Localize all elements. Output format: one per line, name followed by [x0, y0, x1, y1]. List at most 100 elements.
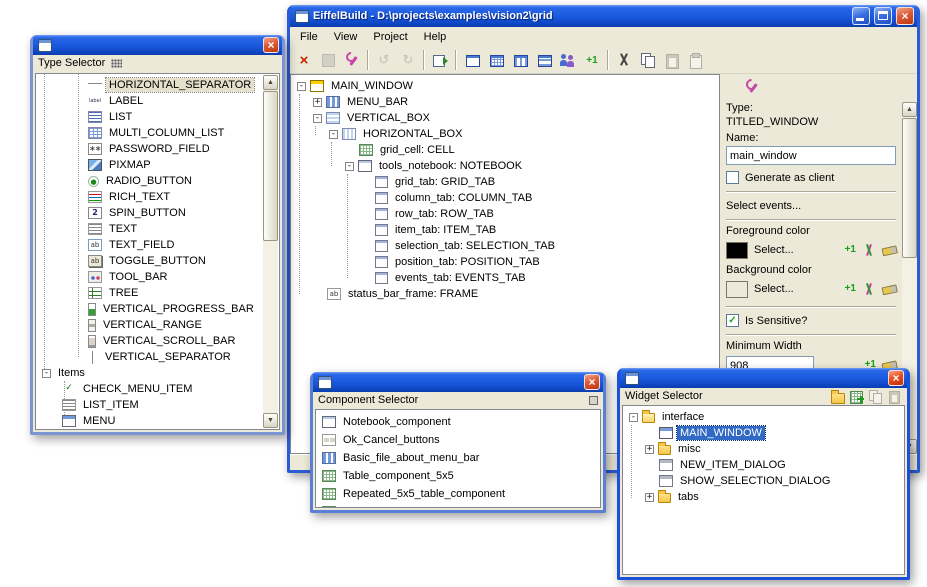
expand-toggle-icon[interactable]: + [645, 445, 654, 454]
foreground-select-link[interactable]: Select... [754, 244, 794, 256]
users-button[interactable] [556, 49, 580, 72]
component-selector-titlebar[interactable]: × [313, 372, 603, 392]
type-item-text-field[interactable]: abTEXT_FIELD [38, 237, 263, 253]
widget-item-main-window[interactable]: MAIN_WINDOW [625, 425, 904, 441]
component-item-basic-file-about-menu-bar[interactable]: Basic_file_about_menu_bar [318, 449, 600, 467]
type-item-radio-button[interactable]: ●RADIO_BUTTON [38, 173, 263, 189]
type-item-toggle-button[interactable]: abTOGGLE_BUTTON [38, 253, 263, 269]
generate-client-row[interactable]: Generate as client [726, 171, 898, 184]
background-select-link[interactable]: Select... [754, 283, 794, 295]
type-item-vertical-range[interactable]: VERTICAL_RANGE [38, 317, 263, 333]
view-rows-button[interactable] [532, 49, 556, 72]
add-one-button[interactable]: +1 [580, 49, 604, 72]
view-grid-button[interactable] [484, 49, 508, 72]
is-sensitive-checkbox[interactable]: ✓ [726, 314, 739, 327]
layout-tree-item-selection-tab-selection-tab[interactable]: selection_tab: SELECTION_TAB [293, 238, 719, 254]
expand-toggle-icon[interactable]: + [313, 98, 322, 107]
type-item-password-field[interactable]: ∗∗∗PASSWORD_FIELD [38, 141, 263, 157]
type-item-vertical-progress-bar[interactable]: VERTICAL_PROGRESS_BAR [38, 301, 263, 317]
layout-tree-item-vertical-box[interactable]: -VERTICAL_BOX [293, 110, 719, 126]
view-window-button[interactable] [460, 49, 484, 72]
menu-project[interactable]: Project [365, 28, 415, 46]
component-item-ok-cancel-buttons[interactable]: Ok_Cancel_buttons [318, 431, 600, 449]
type-item-label[interactable]: labelLABEL [38, 93, 263, 109]
type-item-text[interactable]: TEXT [38, 221, 263, 237]
layout-tree-item-status-bar-frame-frame[interactable]: abstatus_bar_frame: FRAME [293, 286, 719, 302]
type-selector-titlebar[interactable]: × [33, 35, 282, 55]
type-item-menu[interactable]: MENU [38, 413, 263, 429]
copy-button[interactable] [636, 49, 660, 72]
collapse-toggle-icon[interactable]: - [313, 114, 322, 123]
type-item-list-item[interactable]: LIST_ITEM [38, 397, 263, 413]
layout-tree-item-position-tab-position-tab[interactable]: position_tab: POSITION_TAB [293, 254, 719, 270]
component-item-notebook-component[interactable]: Notebook_component [318, 413, 600, 431]
eraser-icon[interactable] [881, 242, 898, 259]
scroll-down-button[interactable]: ▼ [263, 413, 278, 428]
close-button[interactable]: × [888, 370, 904, 386]
layout-tree-item-horizontal-box[interactable]: -HORIZONTAL_BOX [293, 126, 719, 142]
layout-tree-item-grid-cell-cell[interactable]: grid_cell: CELL [293, 142, 719, 158]
foreground-swatch[interactable] [726, 242, 748, 259]
widget-item-tabs[interactable]: +tabs [625, 489, 904, 505]
generate-client-checkbox[interactable] [726, 171, 739, 184]
scroll-thumb[interactable] [902, 118, 917, 258]
layout-tree-item-main-window[interactable]: -MAIN_WINDOW [293, 78, 719, 94]
view-columns-button[interactable] [508, 49, 532, 72]
layout-tree-item-row-tab-row-tab[interactable]: row_tab: ROW_TAB [293, 206, 719, 222]
type-item-spin-button[interactable]: 2SPIN_BUTTON [38, 205, 263, 221]
expand-toggle-icon[interactable]: + [645, 493, 654, 502]
pane-box-icon[interactable] [589, 396, 598, 405]
add-widget-icon[interactable] [849, 390, 864, 403]
select-events-link[interactable]: Select events... [726, 200, 898, 212]
generate-button[interactable] [428, 49, 452, 72]
collapse-toggle-icon[interactable]: - [42, 369, 51, 378]
close-button[interactable]: × [263, 37, 279, 53]
type-item-tree[interactable]: TREE [38, 285, 263, 301]
collapse-toggle-icon[interactable]: - [345, 162, 354, 171]
type-item-items[interactable]: -Items [38, 365, 263, 381]
is-sensitive-row[interactable]: ✓ Is Sensitive? [726, 314, 898, 327]
type-item-check-menu-item[interactable]: ✓CHECK_MENU_ITEM [38, 381, 263, 397]
component-item-table-component-5x5[interactable]: Table_component_5x5 [318, 467, 600, 485]
type-item-list[interactable]: LIST [38, 109, 263, 125]
background-swatch[interactable] [726, 281, 748, 298]
new-folder-icon[interactable] [830, 390, 845, 403]
collapse-toggle-icon[interactable]: - [297, 82, 306, 91]
scroll-up-button[interactable]: ▲ [263, 75, 278, 90]
widget-item-interface[interactable]: -interface [625, 409, 904, 425]
type-item-rich-text[interactable]: RICH_TEXT [38, 189, 263, 205]
maximize-button[interactable] [874, 7, 892, 25]
cut-button[interactable] [612, 49, 636, 72]
type-item-vertical-scroll-bar[interactable]: VERTICAL_SCROLL_BAR [38, 333, 263, 349]
drag-grip-icon[interactable] [111, 59, 122, 68]
close-button[interactable]: × [584, 374, 600, 390]
add-constant-icon[interactable]: +1 [845, 282, 856, 296]
scroll-up-button[interactable]: ▲ [902, 102, 917, 117]
type-item-pixmap[interactable]: PIXMAP [38, 157, 263, 173]
wrench-icon[interactable] [744, 79, 758, 93]
close-button[interactable]: × [896, 7, 914, 25]
edit-constant-icon[interactable] [862, 243, 876, 257]
widget-item-show-selection-dialog[interactable]: SHOW_SELECTION_DIALOG [625, 473, 904, 489]
collapse-toggle-icon[interactable]: - [629, 413, 638, 422]
widget-selector-titlebar[interactable]: × [620, 368, 907, 388]
component-item-tree[interactable]: Tree [318, 503, 600, 507]
menu-view[interactable]: View [326, 28, 366, 46]
type-selector-scrollbar[interactable]: ▲ ▼ [263, 75, 278, 428]
collapse-toggle-icon[interactable]: - [329, 130, 338, 139]
build-button[interactable] [340, 49, 364, 72]
layout-tree-item-item-tab-item-tab[interactable]: item_tab: ITEM_TAB [293, 222, 719, 238]
delete-button[interactable]: × [292, 49, 316, 72]
minimize-button[interactable] [852, 7, 870, 25]
menu-help[interactable]: Help [416, 28, 455, 46]
scroll-thumb[interactable] [263, 91, 278, 241]
type-item-tool-bar[interactable]: TOOL_BAR [38, 269, 263, 285]
type-item-horizontal-separator[interactable]: HORIZONTAL_SEPARATOR [38, 77, 263, 93]
type-item-vertical-separator[interactable]: VERTICAL_SEPARATOR [38, 349, 263, 365]
layout-tree-item-grid-tab-grid-tab[interactable]: grid_tab: GRID_TAB [293, 174, 719, 190]
eraser-icon[interactable] [881, 281, 898, 298]
widget-item-new-item-dialog[interactable]: NEW_ITEM_DIALOG [625, 457, 904, 473]
layout-tree-item-tools-notebook-notebook[interactable]: -tools_notebook: NOTEBOOK [293, 158, 719, 174]
layout-tree-item-column-tab-column-tab[interactable]: column_tab: COLUMN_TAB [293, 190, 719, 206]
widget-item-misc[interactable]: +misc [625, 441, 904, 457]
